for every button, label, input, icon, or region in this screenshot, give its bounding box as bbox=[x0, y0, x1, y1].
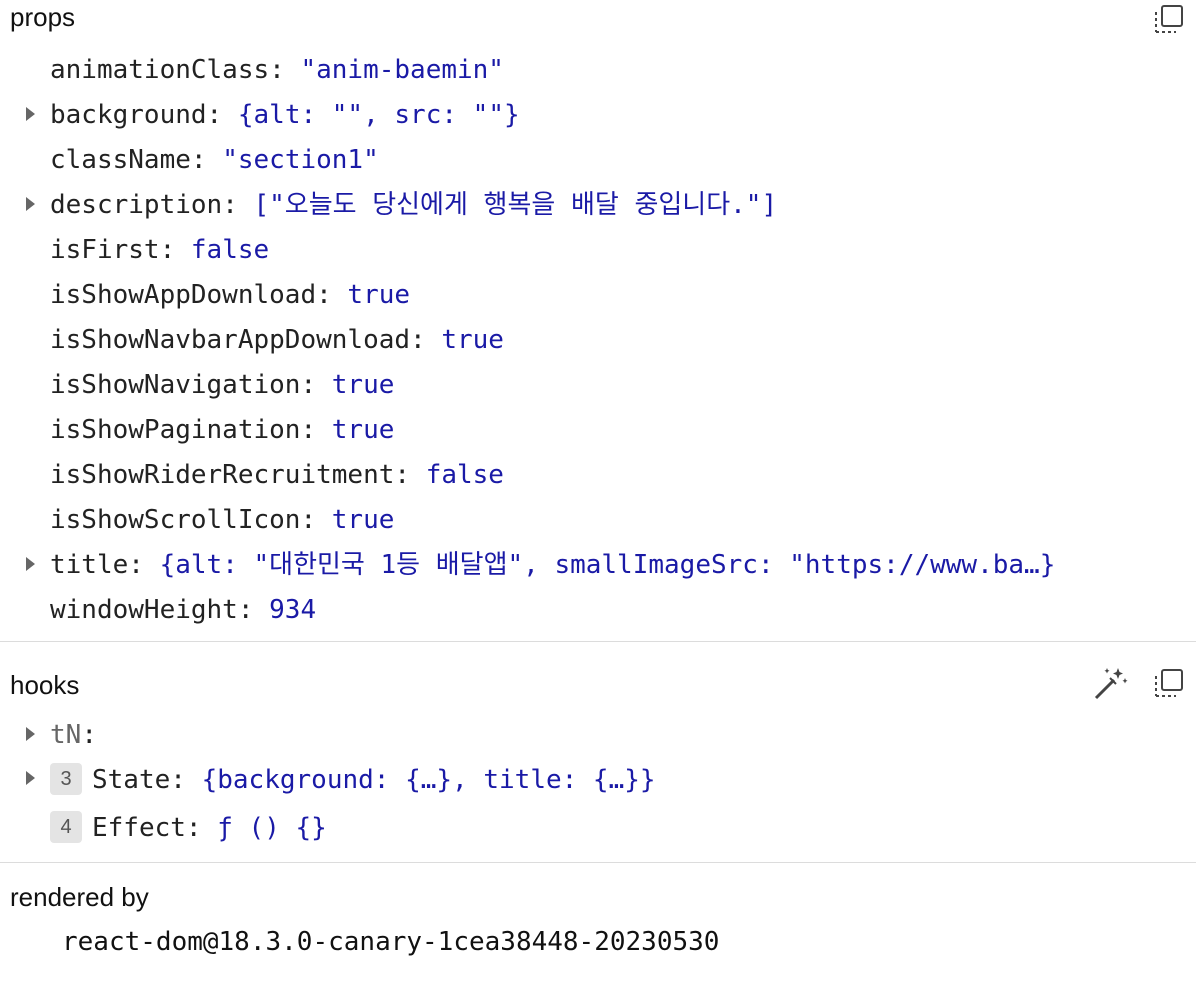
prop-key: animationClass bbox=[50, 55, 270, 85]
hook-name: tN bbox=[50, 720, 82, 750]
prop-row[interactable]: isShowPagination: true bbox=[50, 408, 394, 453]
prop-value: ["오늘도 당신에게 행복을 배달 중입니다."] bbox=[253, 190, 778, 220]
prop-key: isShowPagination bbox=[50, 415, 301, 445]
prop-row[interactable]: animationClass: "anim-baemin" bbox=[50, 48, 504, 93]
hook-row-state[interactable]: 3 State: {background: {…}, title: {…}} bbox=[50, 758, 656, 803]
prop-value: {alt: "대한민국 1등 배달앱", smallImageSrc: "htt… bbox=[159, 550, 1056, 580]
hook-index-badge: 4 bbox=[50, 810, 82, 843]
prop-key: className bbox=[50, 145, 191, 175]
prop-expand-caret[interactable] bbox=[26, 197, 35, 211]
prop-row[interactable]: isShowScrollIcon: true bbox=[50, 498, 394, 543]
rendered-by-link[interactable]: react-dom@18.3.0-canary-1cea38448-202305… bbox=[62, 920, 719, 965]
prop-key: isShowNavbarAppDownload bbox=[50, 325, 411, 355]
prop-value: {alt: "", src: ""} bbox=[237, 100, 520, 130]
props-divider bbox=[0, 641, 1196, 642]
prop-key: isShowRiderRecruitment bbox=[50, 460, 395, 490]
prop-key: isShowNavigation bbox=[50, 370, 301, 400]
hook-value: {background: {…}, title: {…}} bbox=[201, 765, 656, 795]
prop-value: true bbox=[331, 505, 395, 535]
prop-row[interactable]: isFirst: false bbox=[50, 228, 269, 273]
hook-expand-caret[interactable] bbox=[26, 727, 35, 741]
prop-key: windowHeight bbox=[50, 595, 238, 625]
prop-expand-caret[interactable] bbox=[26, 107, 35, 121]
magic-wand-icon[interactable] bbox=[1092, 666, 1128, 700]
prop-row[interactable]: description: ["오늘도 당신에게 행복을 배달 중입니다."] bbox=[50, 183, 777, 228]
hook-value: ƒ () {} bbox=[217, 813, 327, 843]
hook-name: State bbox=[92, 765, 171, 795]
hook-row-tn[interactable]: tN: bbox=[50, 713, 97, 758]
hook-row-effect[interactable]: 4 Effect: ƒ () {} bbox=[50, 806, 327, 851]
prop-value: true bbox=[331, 370, 395, 400]
prop-row[interactable]: isShowNavbarAppDownload: true bbox=[50, 318, 504, 363]
hook-expand-caret[interactable] bbox=[26, 771, 35, 785]
prop-value: true bbox=[441, 325, 504, 355]
prop-value: true bbox=[347, 280, 411, 310]
prop-row[interactable]: title: {alt: "대한민국 1등 배달앱", smallImageSr… bbox=[50, 543, 1055, 588]
prop-row[interactable]: background: {alt: "", src: ""} bbox=[50, 93, 520, 138]
prop-value: false bbox=[425, 460, 504, 490]
hooks-divider bbox=[0, 862, 1196, 863]
prop-key: title bbox=[50, 550, 129, 580]
prop-row[interactable]: windowHeight: 934 bbox=[50, 588, 316, 633]
prop-value: false bbox=[190, 235, 270, 265]
prop-row[interactable]: isShowAppDownload: true bbox=[50, 273, 410, 318]
prop-row[interactable]: className: "section1" bbox=[50, 138, 379, 183]
prop-key: isFirst bbox=[50, 235, 160, 265]
props-title: props bbox=[10, 2, 76, 32]
copy-hooks-icon[interactable] bbox=[1152, 666, 1186, 700]
prop-expand-caret[interactable] bbox=[26, 557, 35, 571]
rendered-by-title: rendered by bbox=[10, 882, 149, 912]
prop-key: isShowAppDownload bbox=[50, 280, 317, 310]
prop-value: "anim-baemin" bbox=[300, 55, 504, 85]
hook-name: Effect bbox=[92, 813, 186, 843]
copy-props-icon[interactable] bbox=[1152, 2, 1186, 36]
prop-key: background bbox=[50, 100, 207, 130]
prop-value: true bbox=[331, 415, 395, 445]
prop-row[interactable]: isShowRiderRecruitment: false bbox=[50, 453, 504, 498]
prop-key: isShowScrollIcon bbox=[50, 505, 301, 535]
prop-value: "section1" bbox=[222, 145, 379, 175]
prop-key: description bbox=[50, 190, 223, 220]
prop-value: 934 bbox=[269, 595, 317, 625]
hooks-title: hooks bbox=[10, 670, 80, 700]
hook-index-badge: 3 bbox=[50, 762, 82, 795]
prop-row[interactable]: isShowNavigation: true bbox=[50, 363, 394, 408]
